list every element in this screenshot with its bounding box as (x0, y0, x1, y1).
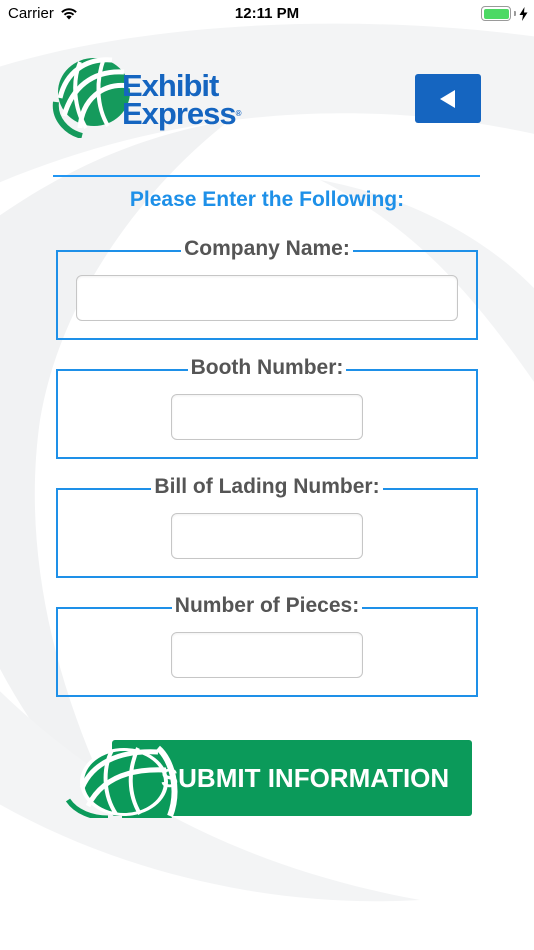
charging-bolt-icon (519, 6, 528, 21)
booth-number-group: Booth Number: (56, 356, 478, 459)
booth-number-input[interactable] (171, 394, 363, 440)
number-of-pieces-label: Number of Pieces: (58, 594, 476, 618)
company-name-label: Company Name: (58, 237, 476, 261)
globe-icon (52, 57, 131, 138)
clock: 12:11 PM (234, 5, 300, 22)
instructions-heading: Please Enter the Following: (129, 188, 405, 211)
number-of-pieces-input[interactable] (171, 632, 363, 678)
battery-icon (481, 6, 511, 21)
header-divider (53, 175, 480, 177)
submit-label: SUBMIT INFORMATION (160, 763, 450, 793)
number-of-pieces-group: Number of Pieces: (56, 594, 478, 697)
bill-of-lading-input[interactable] (171, 513, 363, 559)
registered-mark: ® (235, 109, 242, 118)
battery-status (481, 6, 528, 21)
back-button[interactable] (415, 74, 481, 123)
company-name-group: Company Name: (56, 237, 478, 340)
logo-wordmark: Exhibit Express® (122, 70, 242, 131)
company-name-input[interactable] (76, 275, 458, 321)
status-bar: Carrier 12:11 PM (0, 0, 534, 30)
submit-button-wrapper[interactable]: SUBMIT INFORMATION (62, 740, 472, 818)
logo-line-2: Express® (122, 96, 242, 131)
triangle-left-icon (440, 89, 455, 108)
bill-of-lading-label: Bill of Lading Number: (58, 475, 476, 499)
exhibit-express-logo: Exhibit Express® (52, 52, 272, 138)
bill-of-lading-group: Bill of Lading Number: (56, 475, 478, 578)
booth-number-label: Booth Number: (58, 356, 476, 380)
